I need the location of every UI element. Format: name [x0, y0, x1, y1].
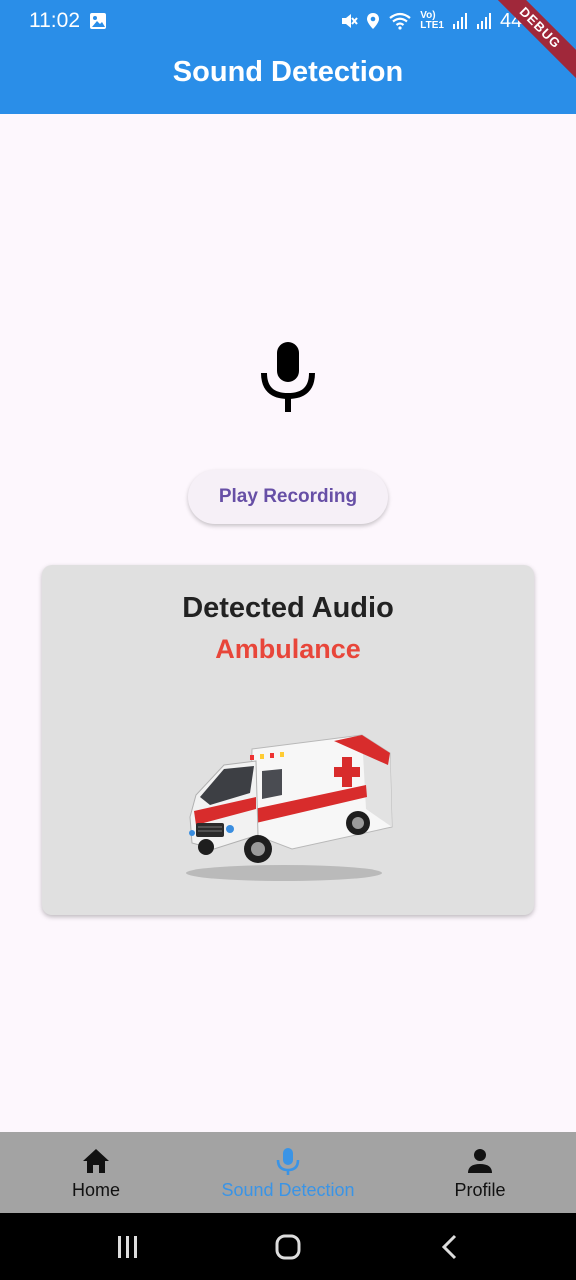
gallery-notification-icon: [90, 13, 106, 29]
status-time: 11:02: [29, 9, 80, 32]
location-icon: [367, 13, 380, 29]
signal-icon-2: [476, 13, 491, 29]
nav-label-sound-detection: Sound Detection: [221, 1180, 355, 1200]
nav-item-sound-detection[interactable]: Sound Detection: [200, 1132, 376, 1213]
recent-apps-icon[interactable]: [112, 1231, 144, 1263]
home-icon: [83, 1149, 109, 1173]
system-navigation-bar: [0, 1213, 576, 1280]
wifi-icon: [389, 12, 411, 30]
nav-item-home[interactable]: Home: [40, 1132, 152, 1213]
person-icon: [468, 1149, 492, 1173]
play-recording-button[interactable]: Play Recording: [188, 470, 388, 524]
card-title: Detected Audio: [182, 592, 394, 624]
nav-label-home: Home: [71, 1180, 120, 1200]
ambulance-image: [186, 734, 393, 881]
lte-label: LTE1: [420, 20, 444, 31]
volte-indicator: Vo) LTE1: [420, 11, 444, 31]
mic-icon: [276, 1148, 300, 1175]
signal-icon-1: [452, 13, 467, 29]
home-button-icon[interactable]: [272, 1231, 304, 1263]
mic-icon[interactable]: [260, 340, 316, 414]
nav-label-profile: Profile: [454, 1180, 506, 1200]
page-title: Sound Detection: [172, 56, 404, 88]
mute-icon: [342, 14, 359, 28]
nav-item-profile[interactable]: Profile: [424, 1132, 536, 1213]
detected-audio-card: Detected Audio Ambulance: [42, 565, 534, 915]
detected-sound-label: Ambulance: [215, 634, 361, 664]
app-bar: 11:02 Vo) LTE1 Sound Detection DEBUG: [0, 0, 576, 114]
bottom-navigation: Home Sound Detection Profile: [0, 1132, 576, 1213]
back-icon[interactable]: [434, 1231, 466, 1263]
